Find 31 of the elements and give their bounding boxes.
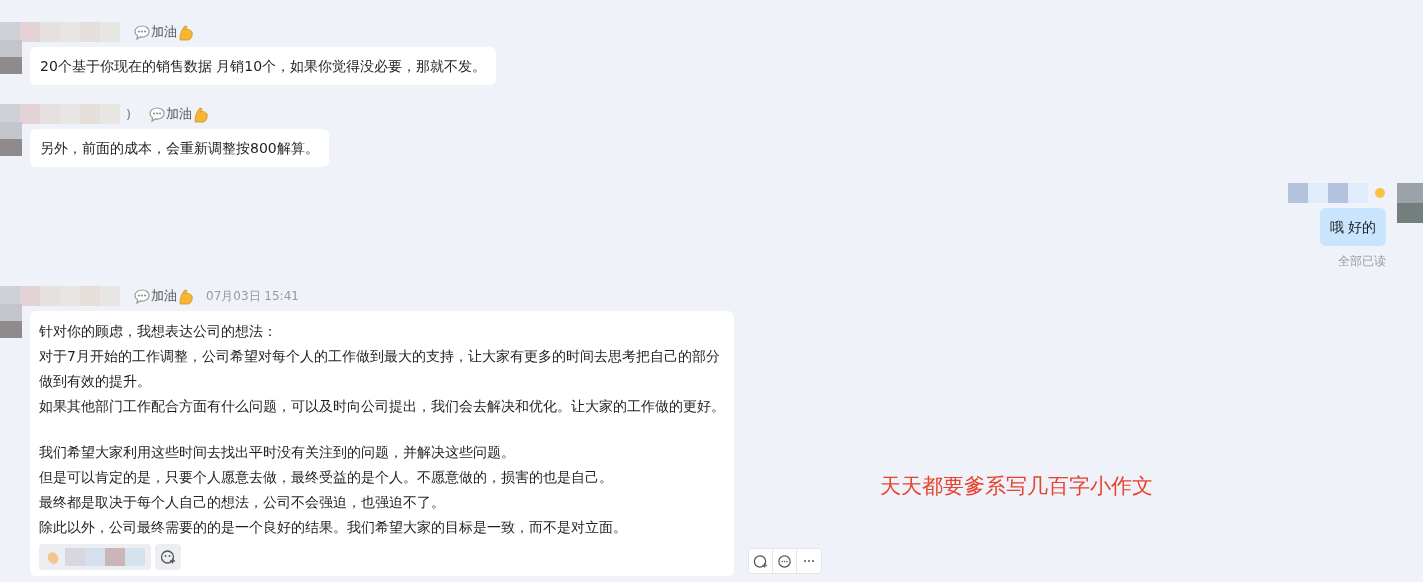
avatar — [0, 40, 22, 74]
status-label: 加油 — [151, 23, 177, 41]
name-fragment: ) — [126, 106, 132, 122]
message-line: 除此以外，公司最终需要的的是一个良好的结果。我们希望大家的目标是一致，而不是对立面。 — [39, 518, 628, 537]
message-line: 20个基于你现在的销售数据 月销10个，如果你觉得没必要，那就不发。 — [40, 57, 487, 76]
annotation-text: 天天都要爹系写几百字小作文 — [880, 473, 1153, 500]
chat-bubble-icon — [134, 24, 150, 40]
message-time: 07月03日 15:41 — [206, 287, 299, 305]
message-line: 对于7月开始的工作调整，公司希望对每个人的工作做到最大的支持，让大家有更多的时间去思考把自己的部分 — [39, 347, 721, 366]
message-line: 针对你的顾虑，我想表达公司的想法： — [39, 322, 278, 341]
avatar — [0, 122, 22, 156]
status-label: 加油 — [151, 287, 177, 305]
chat-bubble-icon — [149, 106, 166, 122]
more-icon — [803, 559, 815, 563]
chat-bubble-icon — [134, 288, 150, 304]
status-label: 加油 — [166, 105, 193, 123]
avatar — [1397, 183, 1423, 223]
message-line: 我们希望大家利用这些时间去找出平时没有关注到的问题，并解决这些问题。 — [39, 443, 516, 462]
message-line: 哦 好的 — [1329, 218, 1376, 237]
add-emoji-icon — [753, 553, 768, 569]
read-receipt: 全部已读 — [1338, 253, 1386, 270]
message-line: 另外，前面的成本，会重新调整按800解算。 — [40, 139, 319, 158]
message-line: 如果其他部门工作配合方面有什么问题，可以及时向公司提出，我们会去解决和优化。让大家的工作做的更好。 — [39, 397, 725, 416]
add-emoji-icon — [160, 549, 176, 565]
add-reaction-button[interactable] — [155, 544, 181, 570]
comment-icon — [777, 553, 792, 569]
message-line: 做到有效的提升。 — [39, 372, 152, 391]
avatar — [0, 304, 22, 338]
message-line: 最终都是取决于每个人自己的想法，公司不会强迫，也强迫不了。 — [39, 493, 446, 512]
sun-icon — [1374, 187, 1386, 199]
message-line: 但是可以肯定的是，只要个人愿意去做，最终受益的是个人。不愿意做的，损害的也是自己。 — [39, 468, 614, 487]
